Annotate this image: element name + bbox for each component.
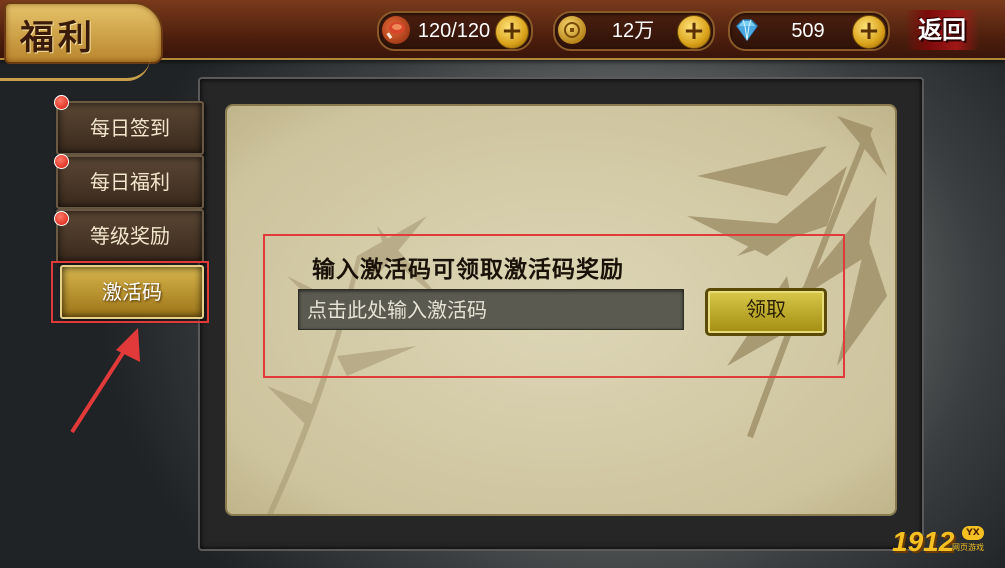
coin-icon — [558, 16, 586, 44]
watermark-subtitle: 网页游戏 — [952, 543, 984, 552]
sidebar-item-level-rewards[interactable]: 等级奖励 — [56, 209, 204, 263]
page-title: 福利 — [20, 18, 96, 58]
gold-counter: 12万 + — [553, 11, 715, 51]
add-gold-button[interactable]: + — [677, 15, 711, 49]
add-diamond-button[interactable]: + — [852, 15, 886, 49]
meat-icon — [382, 16, 410, 44]
notification-dot — [54, 95, 69, 110]
menu-highlight-box — [51, 261, 209, 323]
diamond-icon — [733, 16, 761, 44]
back-button[interactable]: 返回 — [905, 10, 979, 50]
diamond-counter: 509 + — [728, 11, 890, 51]
gold-value: 12万 — [611, 20, 655, 42]
add-stamina-button[interactable]: + — [495, 15, 529, 49]
stamina-counter: 120/120 + — [377, 11, 533, 51]
diamond-value: 509 — [791, 20, 825, 42]
sidebar-item-daily-welfare[interactable]: 每日福利 — [56, 155, 204, 209]
sidebar-item-daily-signin[interactable]: 每日签到 — [56, 101, 204, 155]
site-watermark: 1912 YX 网页游戏 — [892, 524, 997, 560]
watermark-number: 1912 — [892, 526, 955, 557]
title-plate: 福利 — [4, 2, 163, 64]
pointer-arrow-icon — [70, 328, 140, 434]
notification-dot — [54, 154, 69, 169]
title-ornament — [0, 58, 150, 81]
form-highlight-box — [263, 234, 845, 378]
stamina-value: 120/120 — [417, 20, 491, 42]
notification-dot — [54, 211, 69, 226]
watermark-badge: YX — [962, 526, 984, 540]
